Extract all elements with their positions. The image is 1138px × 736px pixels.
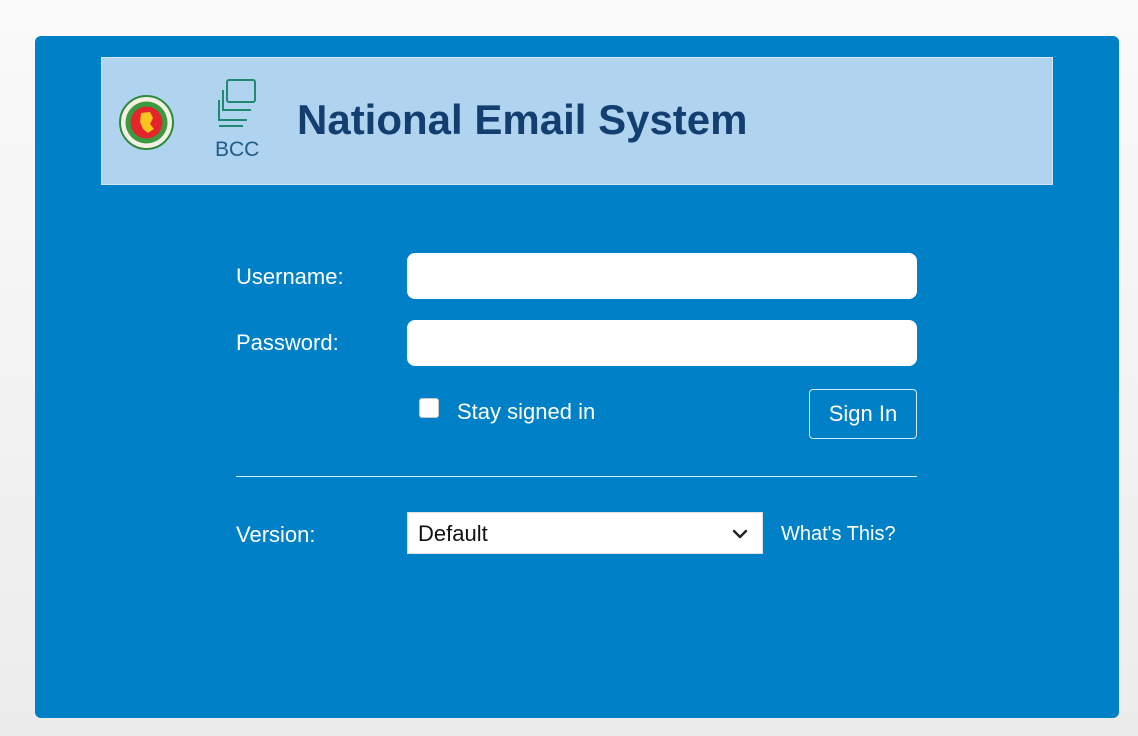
version-label: Version: (236, 522, 316, 547)
username-input[interactable] (407, 253, 917, 299)
login-panel: BCC National Email System Username: Pass… (35, 36, 1119, 718)
username-label: Username: (236, 264, 344, 289)
version-select[interactable]: Default (407, 512, 763, 554)
whats-this-link[interactable]: What's This? (781, 523, 896, 546)
password-input[interactable] (407, 320, 917, 366)
stay-signed-in-label[interactable]: Stay signed in (457, 399, 595, 425)
stay-signed-in-checkbox[interactable] (419, 398, 439, 418)
page-title: National Email System (297, 96, 748, 143)
version-selected-value: Default (418, 521, 488, 546)
bcc-label: BCC (215, 138, 260, 161)
sign-in-button[interactable]: Sign In (809, 389, 917, 439)
password-label: Password: (236, 330, 339, 355)
divider (236, 476, 917, 477)
header-banner: BCC National Email System (101, 57, 1053, 185)
